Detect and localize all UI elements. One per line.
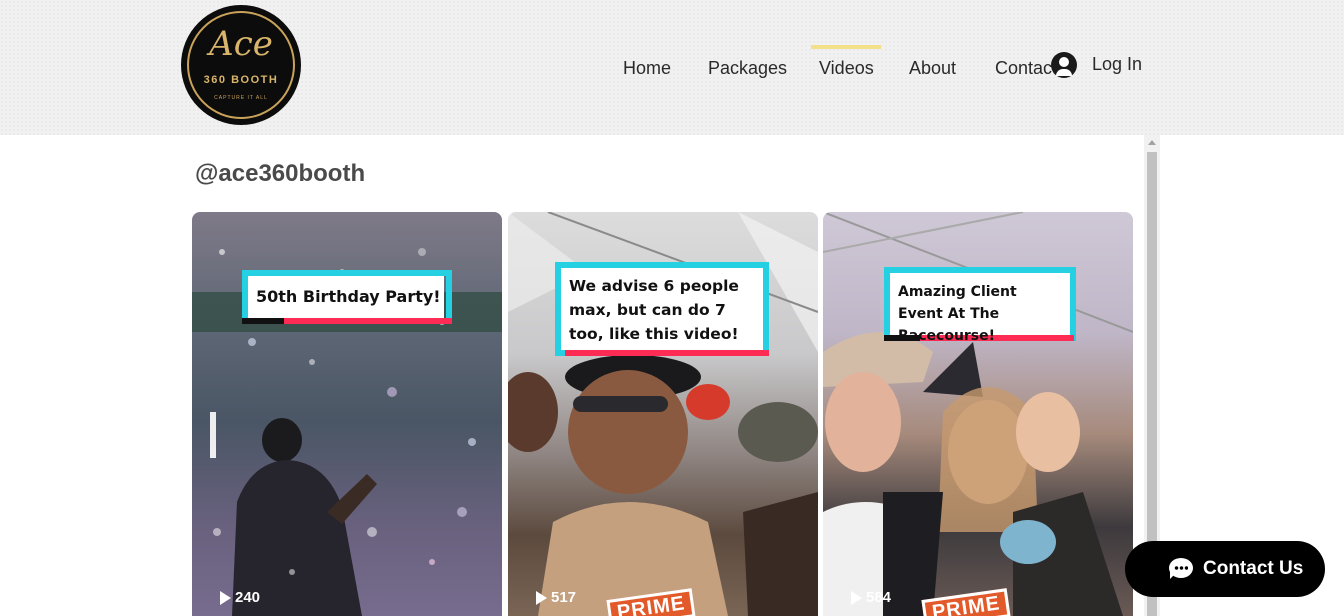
chat-button-label: Contact Us [1203,558,1304,579]
scroll-up-arrow-icon[interactable] [1148,140,1156,145]
logo-brand-text: 360 BOOTH [203,74,279,86]
nav-item-packages[interactable]: Packages [708,58,787,79]
site-header: Ace 360 BOOTH CAPTURE IT ALL Home Packag… [0,0,1344,135]
play-icon [220,590,231,605]
view-count-2: 517 [536,589,576,606]
chat-bubble-icon [1169,558,1193,579]
login-link[interactable]: Log In [1092,54,1142,75]
view-count-value: 584 [866,589,892,606]
nav-item-about[interactable]: About [909,58,956,79]
ace-360-booth-logo[interactable]: Ace 360 BOOTH CAPTURE IT ALL [181,5,301,125]
caption-text-2: We advise 6 people max, but can do 7 too… [561,268,763,350]
view-count-3: 584 [851,589,891,606]
nav-item-videos[interactable]: Videos [819,58,874,79]
video-card-2[interactable]: We advise 6 people max, but can do 7 too… [508,212,818,616]
user-avatar-icon[interactable] [1051,52,1077,78]
caption-text-1: 50th Birthday Party! [248,276,444,318]
account-handle[interactable]: @ace360booth [195,160,365,188]
play-icon [851,590,862,605]
video-card-1[interactable]: 50th Birthday Party! 240 [192,212,502,616]
view-count-1: 240 [220,589,260,606]
logo-script-text: Ace [209,24,273,64]
nav-item-contact[interactable]: Contact [995,58,1057,79]
nav-active-indicator [811,45,881,49]
video-card-3[interactable]: Amazing Client Event At The Racecourse! … [823,212,1133,616]
play-icon [536,590,547,605]
view-count-value: 240 [235,589,261,606]
nav-item-home[interactable]: Home [623,58,671,79]
logo-tagline: CAPTURE IT ALL [214,95,268,101]
caption-text-3: Amazing Client Event At The Racecourse! [890,273,1070,344]
view-count-value: 517 [551,589,577,606]
contact-us-chat-button[interactable]: Contact Us [1125,541,1325,597]
